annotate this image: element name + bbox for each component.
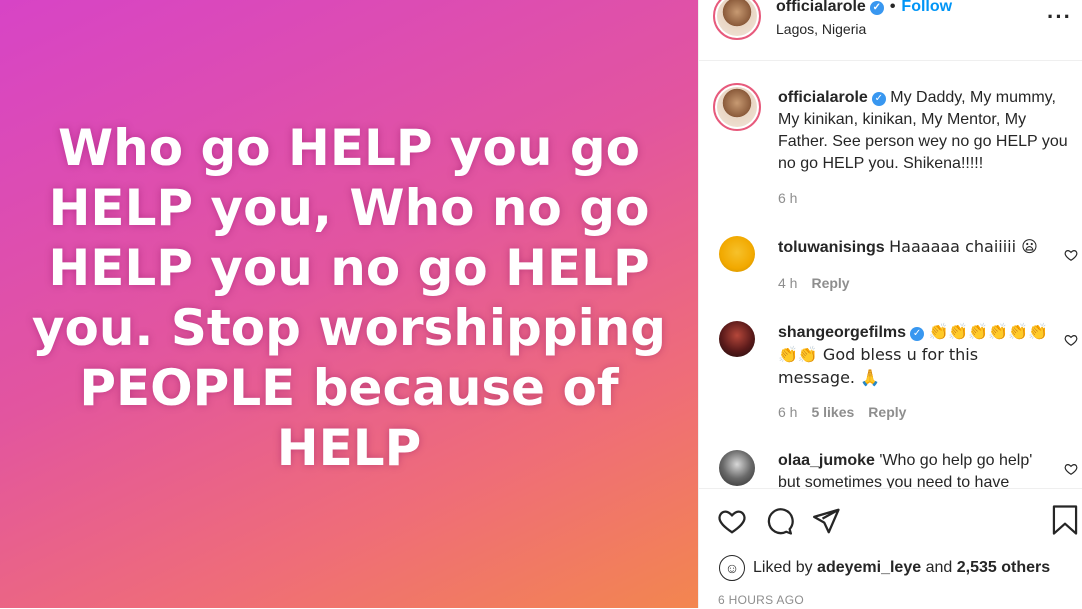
post-actions: ☺ Liked by adeyemi_leye and 2,535 others… <box>699 488 1082 609</box>
comments-section[interactable]: officialarole ✓ My Daddy, My mummy, My ki… <box>699 62 1082 488</box>
reply-button[interactable]: Reply <box>811 275 849 291</box>
verified-badge-icon: ✓ <box>871 92 886 106</box>
comment: toluwanisings Haaaaaa chaiiiii 😦 <box>778 236 1048 259</box>
post-side-panel: officialarole ✓ • Follow Lagos, Nigeria ···… <box>699 0 1082 608</box>
more-options-icon[interactable]: ··· <box>1047 4 1072 30</box>
likes-prefix: Liked by <box>753 559 813 576</box>
comment-username[interactable]: shangeorgefilms <box>778 324 906 341</box>
caption-avatar[interactable] <box>713 83 761 131</box>
reply-button[interactable]: Reply <box>868 404 906 420</box>
comment-like-icon[interactable] <box>1064 333 1078 347</box>
follow-button[interactable]: Follow <box>901 0 952 15</box>
post-media-text: Who go HELP you go HELP you, Who no go H… <box>31 119 667 477</box>
verified-badge-icon: ✓ <box>910 327 925 341</box>
likes-others[interactable]: 2,535 others <box>957 559 1050 577</box>
caption-username[interactable]: officialarole <box>778 89 868 106</box>
post-location[interactable]: Lagos, Nigeria <box>776 21 866 37</box>
comment: shangeorgefilms ✓ 👏👏👏👏👏👏👏👏 God bless u fo… <box>778 321 1048 390</box>
liker-avatar[interactable]: ☺ <box>719 555 745 581</box>
likes-middle: and <box>925 559 953 576</box>
post-media[interactable]: Who go HELP you go HELP you, Who no go H… <box>0 0 698 608</box>
comment: olaa_jumoke 'Who go help go help' but so… <box>778 450 1048 488</box>
commenter-avatar[interactable] <box>719 321 755 357</box>
caption-meta: 6 h <box>778 190 811 206</box>
comment-text: Haaaaaa chaiiiii 😦 <box>889 237 1038 256</box>
heart-icon[interactable] <box>717 506 747 536</box>
caption-time[interactable]: 6 h <box>778 190 797 206</box>
comment-like-icon[interactable] <box>1064 462 1078 476</box>
comment-icon[interactable] <box>764 506 794 536</box>
separator-dot: • <box>889 0 896 15</box>
comment-likes[interactable]: 5 likes <box>811 404 854 420</box>
likes-summary: ☺ Liked by adeyemi_leye and 2,535 others <box>719 555 1050 581</box>
commenter-avatar[interactable] <box>719 236 755 272</box>
comment-username[interactable]: olaa_jumoke <box>778 452 875 469</box>
author-username[interactable]: officialarole <box>776 0 866 15</box>
verified-badge-icon: ✓ <box>869 1 884 15</box>
share-icon[interactable] <box>811 506 841 536</box>
comment-like-icon[interactable] <box>1064 248 1078 262</box>
bookmark-icon[interactable] <box>1050 504 1080 536</box>
author-avatar[interactable] <box>713 0 761 40</box>
commenter-avatar[interactable] <box>719 450 755 486</box>
liker-username[interactable]: adeyemi_leye <box>817 559 921 577</box>
caption: officialarole ✓ My Daddy, My mummy, My ki… <box>778 87 1074 175</box>
post-time-ago[interactable]: 6 HOURS AGO <box>718 593 804 607</box>
comment-meta: 4 h Reply <box>778 275 864 291</box>
comment-time[interactable]: 4 h <box>778 275 797 291</box>
comment-meta: 6 h 5 likes Reply <box>778 404 920 420</box>
comment-username[interactable]: toluwanisings <box>778 239 885 256</box>
post-header: officialarole ✓ • Follow Lagos, Nigeria ··· <box>699 0 1082 61</box>
comment-time[interactable]: 6 h <box>778 404 797 420</box>
